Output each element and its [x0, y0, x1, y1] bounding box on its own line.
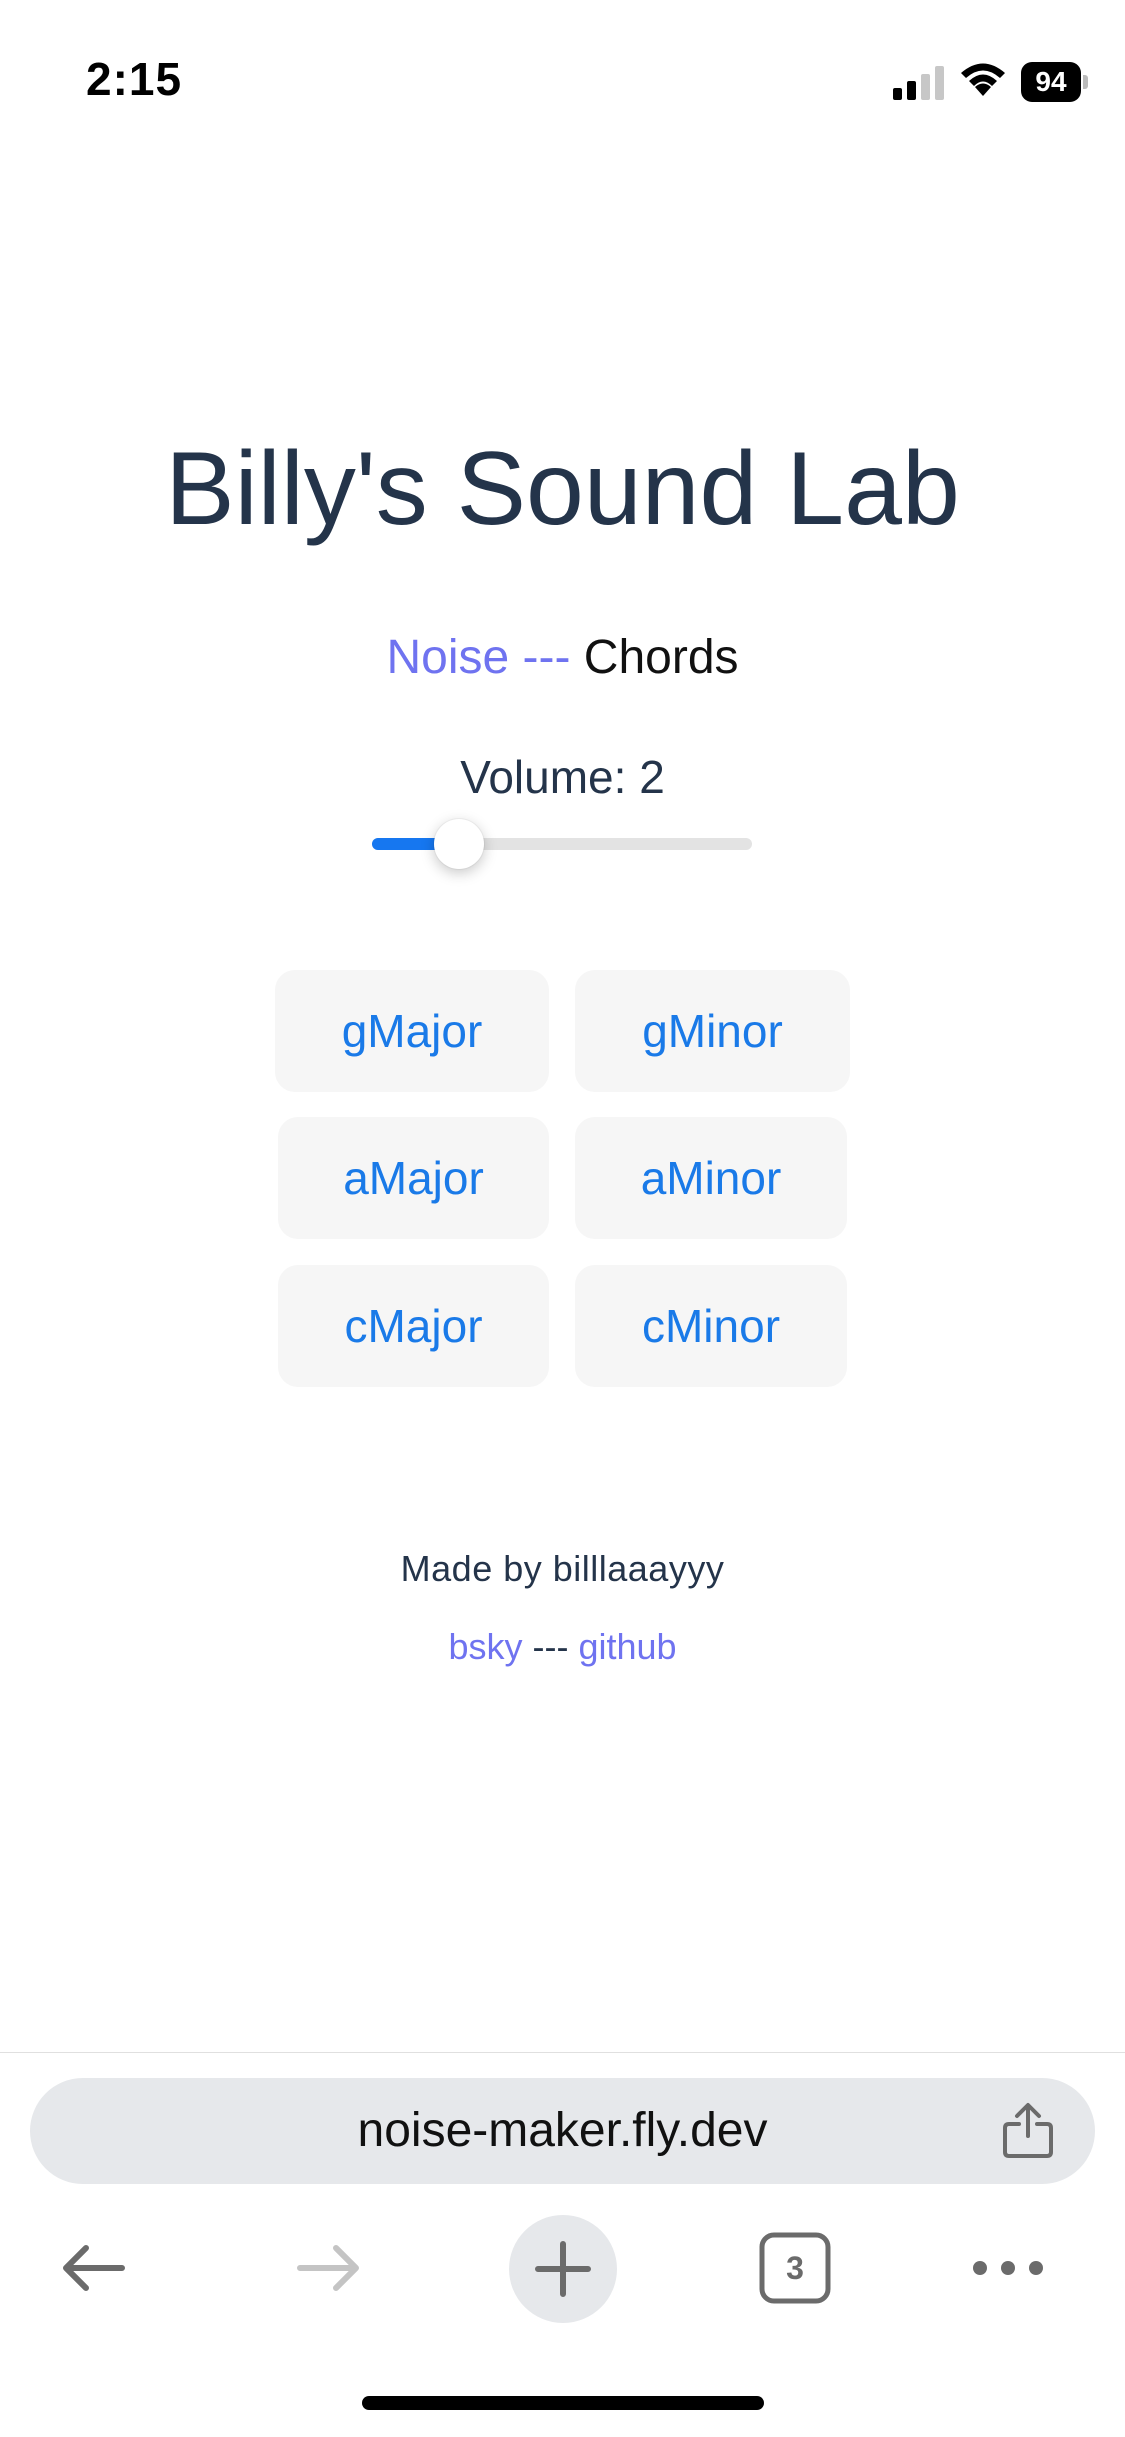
battery-cap [1083, 75, 1088, 89]
volume-slider-thumb[interactable] [434, 819, 484, 869]
new-tab-plus-icon[interactable] [508, 2214, 618, 2324]
battery-level: 94 [1021, 62, 1081, 102]
volume-label: Volume: 2 [460, 751, 665, 803]
address-bar[interactable]: noise-maker.fly.dev [30, 2078, 1095, 2184]
footer-links: bsky --- github [0, 1626, 1125, 1668]
mode-switcher: Noise --- Chords [0, 630, 1125, 685]
url-text: noise-maker.fly.dev [357, 2104, 768, 2157]
chord-button-cmajor[interactable]: cMajor [278, 1265, 549, 1387]
footer-credit: Made by billlaaayyy [400, 1548, 725, 1589]
home-indicator [362, 2396, 764, 2410]
more-options-icon[interactable] [970, 2254, 1046, 2282]
chord-button-cminor[interactable]: cMinor [575, 1265, 847, 1387]
chord-button-amajor[interactable]: aMajor [278, 1117, 549, 1239]
wifi-icon [961, 63, 1005, 96]
page-title: Billy's Sound Lab [165, 431, 960, 547]
share-icon[interactable] [1001, 2102, 1055, 2160]
tabs-button[interactable]: 3 [759, 2232, 831, 2304]
github-link[interactable]: github [578, 1626, 676, 1667]
bsky-link[interactable]: bsky [448, 1626, 522, 1667]
back-arrow-icon[interactable] [58, 2240, 130, 2296]
battery-icon: 94 [1021, 62, 1088, 102]
footer-link-separator: --- [522, 1626, 579, 1667]
noise-mode-link[interactable]: Noise [386, 631, 509, 684]
status-bar: 2:15 94 [0, 0, 1125, 150]
volume-slider[interactable] [372, 819, 752, 869]
chord-button-gminor[interactable]: gMinor [575, 970, 850, 1092]
chord-button-aminor[interactable]: aMinor [575, 1117, 847, 1239]
chord-button-gmajor[interactable]: gMajor [275, 970, 549, 1092]
cellular-signal-icon [893, 66, 944, 100]
mode-separator: --- [509, 631, 584, 684]
tab-count: 3 [786, 2250, 804, 2286]
chords-mode-label: Chords [583, 631, 739, 684]
forward-arrow-icon[interactable] [292, 2240, 364, 2296]
status-time: 2:15 [86, 53, 183, 105]
